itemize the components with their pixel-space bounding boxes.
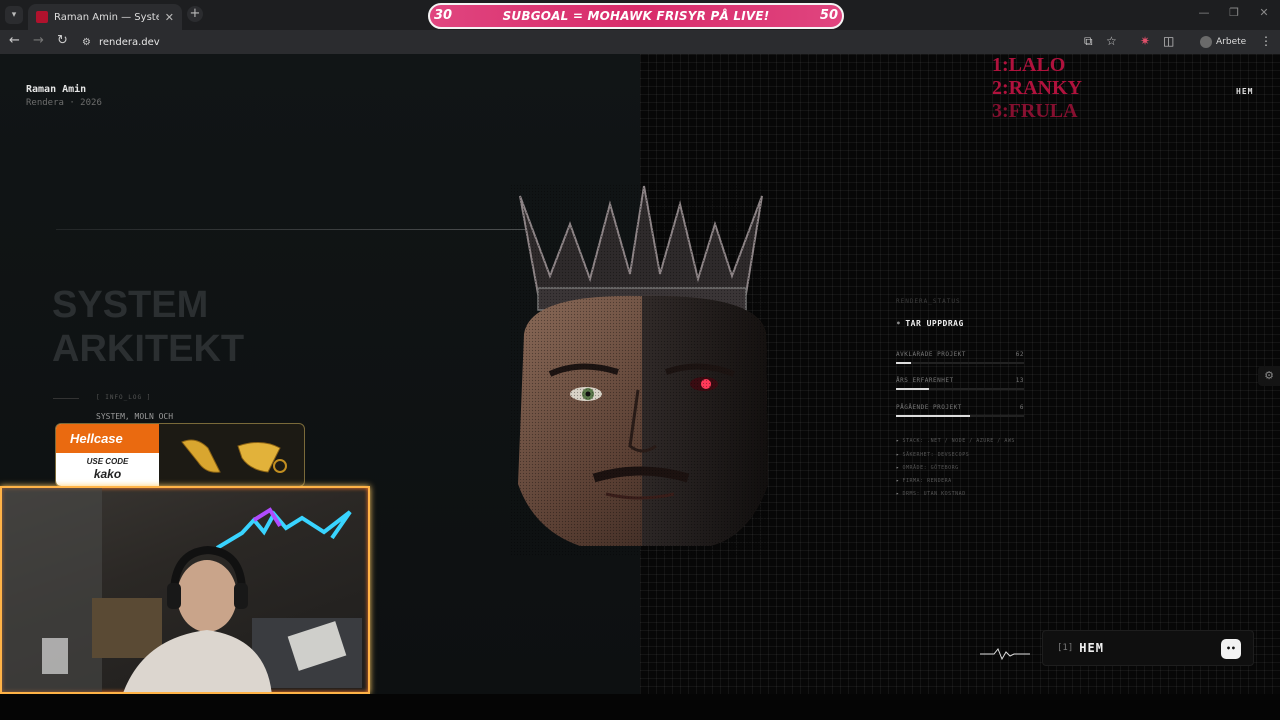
stat-fill bbox=[896, 415, 971, 417]
stat-track bbox=[896, 362, 1024, 364]
hellcase-use-code: USE CODE bbox=[86, 457, 129, 466]
browser-tab-bar: ▾ Raman Amin — Systemutvecklare ✕ + 30 S… bbox=[0, 0, 1280, 30]
menu-kebab-icon[interactable]: ⋮ bbox=[1260, 34, 1272, 48]
info-bullet: ▸ SÄKERHET: DEVSECOPS bbox=[896, 452, 970, 458]
new-tab-button[interactable]: + bbox=[187, 6, 203, 22]
tab-list-chevron-icon[interactable]: ▾ bbox=[5, 6, 23, 24]
subgoal-banner: 30 SUBGOAL = MOHAWK FRISYR PÅ LIVE! 50 bbox=[428, 3, 844, 29]
restore-button[interactable]: ❐ bbox=[1222, 6, 1246, 19]
hellcase-code: kako bbox=[93, 467, 122, 481]
status-text: TAR UPPDRAG bbox=[905, 319, 964, 328]
divider-line bbox=[56, 229, 526, 230]
info-log-text: SYSTEM, MOLN OCH bbox=[96, 412, 174, 421]
stat-years-experience: ÅRS ERFARENHET 13 bbox=[896, 377, 1024, 390]
info-log-label: [ INFO_LOG ] bbox=[96, 394, 152, 401]
dock-index: [1] bbox=[1057, 643, 1074, 653]
hero-title-line2: ARKITEKT bbox=[52, 328, 245, 370]
subgoal-target: 50 bbox=[819, 8, 838, 23]
install-app-icon[interactable]: ⧉ bbox=[1084, 34, 1093, 49]
url-text: rendera.dev bbox=[98, 36, 160, 48]
browser-toolbar: ← → ↻ ⚙ rendera.dev ⧉ ☆ ✷ ◫ Arbete ⋮ bbox=[0, 30, 1280, 54]
close-window-button[interactable]: ✕ bbox=[1252, 6, 1276, 19]
minimize-button[interactable]: — bbox=[1192, 6, 1216, 19]
info-bullet: ▸ FIRMA: RENDERA bbox=[896, 478, 952, 484]
bottom-strip bbox=[0, 694, 1280, 720]
nav-home-link[interactable]: HEM bbox=[1236, 87, 1253, 96]
status-panel: RENDERA_STATUS • TAR UPPDRAG AVKLARADE PR… bbox=[896, 298, 1026, 497]
reload-icon[interactable]: ↻ bbox=[57, 33, 68, 48]
info-bullet: ▸ OMRÅDE: GÖTEBORG bbox=[896, 465, 959, 471]
leaderboard-entry: 3:FRULA bbox=[992, 100, 1078, 122]
settings-gear-icon[interactable]: ⚙ bbox=[1258, 366, 1280, 386]
status-dot-icon: • bbox=[896, 319, 902, 328]
stat-label: ÅRS ERFARENHET bbox=[896, 377, 954, 384]
stat-value: 6 bbox=[1019, 404, 1024, 411]
hero-title-line1: SYSTEM bbox=[52, 284, 209, 326]
stat-track bbox=[896, 388, 1024, 390]
back-arrow-icon[interactable]: ← bbox=[9, 33, 20, 48]
tab-close-icon[interactable]: ✕ bbox=[165, 11, 174, 24]
chat-bubble-icon[interactable]: •• bbox=[1221, 639, 1241, 659]
brand-name[interactable]: Raman Amin bbox=[26, 84, 86, 95]
hellcase-logo: Hellcase bbox=[56, 424, 159, 453]
leaderboard-entry: 1:LALO bbox=[992, 54, 1066, 76]
address-bar[interactable]: ⚙ rendera.dev bbox=[82, 32, 1082, 52]
stat-completed-projects: AVKLARADE PROJEKT 62 bbox=[896, 351, 1024, 364]
stat-track bbox=[896, 415, 1024, 417]
stat-fill bbox=[896, 388, 930, 390]
stat-value: 13 bbox=[1015, 377, 1024, 384]
stream-leaderboard: 1:LALO 2:RANKY 3:FRULA bbox=[992, 54, 1082, 123]
extension-icon[interactable]: ✷ bbox=[1140, 34, 1150, 48]
stat-label: AVKLARADE PROJEKT bbox=[896, 351, 966, 358]
stat-fill bbox=[896, 362, 912, 364]
heartbeat-pulse-icon bbox=[980, 648, 1030, 661]
crowned-portrait-image bbox=[510, 184, 772, 556]
site-info-icon[interactable]: ⚙ bbox=[82, 37, 91, 48]
status-label: RENDERA_STATUS bbox=[896, 298, 961, 305]
section-dock[interactable]: [1] HEM •• bbox=[1042, 630, 1254, 666]
info-bullet: ▸ STACK: .NET / NODE / AZURE / AWS bbox=[896, 438, 1015, 444]
tab-title: Raman Amin — Systemutvecklare bbox=[54, 11, 159, 23]
stat-label: PÅGÅENDE PROJEKT bbox=[896, 404, 962, 411]
hellcase-sponsor-overlay: Hellcase USE CODE kako bbox=[55, 423, 305, 487]
info-bullet: ▸ DRMS: UTAN KOSTNAD bbox=[896, 491, 966, 497]
webcam-feed bbox=[0, 486, 370, 694]
profile-avatar bbox=[1200, 36, 1212, 48]
bookmark-star-icon[interactable]: ☆ bbox=[1106, 34, 1117, 48]
subgoal-text: SUBGOAL = MOHAWK FRISYR PÅ LIVE! bbox=[502, 9, 770, 23]
info-log-divider bbox=[53, 398, 79, 399]
leaderboard-entry: 2:RANKY bbox=[992, 77, 1082, 99]
stat-ongoing-projects: PÅGÅENDE PROJEKT 6 bbox=[896, 404, 1024, 417]
extensions-puzzle-icon[interactable]: ◫ bbox=[1163, 34, 1174, 48]
dock-label: HEM bbox=[1079, 641, 1104, 655]
status-value: • TAR UPPDRAG bbox=[896, 319, 1026, 328]
streamer-webcam-image bbox=[2, 488, 362, 692]
golden-knife-icons bbox=[181, 439, 287, 473]
brand-subtitle: Rendera · 2026 bbox=[26, 98, 102, 108]
tab-favicon-icon bbox=[36, 11, 48, 23]
forward-arrow-icon[interactable]: → bbox=[33, 33, 44, 48]
browser-tab[interactable]: Raman Amin — Systemutvecklare ✕ bbox=[28, 4, 182, 30]
profile-button[interactable]: Arbete bbox=[1200, 33, 1246, 51]
stat-value: 62 bbox=[1015, 351, 1024, 358]
profile-label: Arbete bbox=[1216, 37, 1247, 47]
